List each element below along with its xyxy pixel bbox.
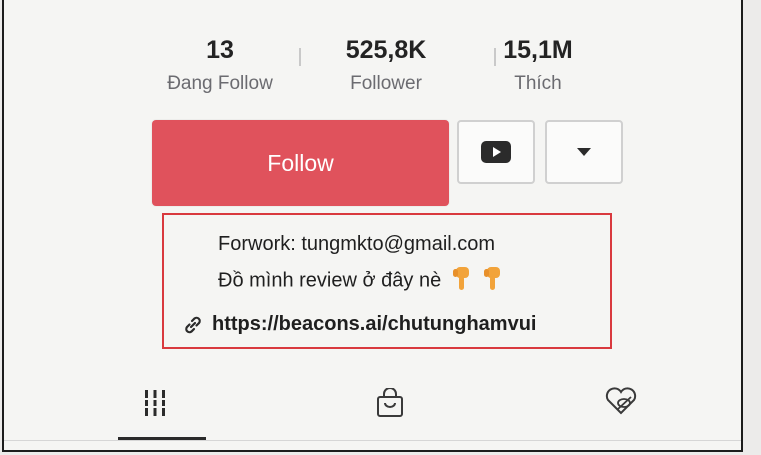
bio-link-text: https://beacons.ai/chutunghamvui [212, 313, 537, 335]
stat-divider [299, 48, 301, 66]
pointing-down-hand-icon [451, 265, 473, 297]
shopping-bag-icon [377, 387, 403, 417]
hidden-heart-icon [605, 387, 637, 415]
tab-liked[interactable] [604, 386, 638, 421]
follow-button-label: Follow [267, 149, 334, 176]
tab-videos[interactable] [144, 388, 166, 423]
caret-down-icon [577, 148, 591, 156]
likes-stat: 15,1M Thích [458, 36, 618, 95]
followers-count: 525,8K [345, 36, 427, 64]
tab-shop[interactable] [376, 387, 404, 423]
bio-review-text: Đồ mình review ở đây nè [218, 269, 442, 292]
following-label: Đang Follow [167, 73, 273, 94]
follow-button[interactable]: Follow [152, 120, 449, 206]
following-count: 13 [206, 36, 234, 64]
link-icon [185, 316, 201, 333]
likes-count: 15,1M [503, 36, 573, 64]
pointing-down-hand-icon [482, 265, 504, 297]
bio-highlight-box: Forwork: tungmkto@gmail.com Đồ mình revi… [162, 213, 612, 349]
bio-review-line: Đồ mình review ở đây nè [218, 265, 504, 297]
profile-panel: 13 Đang Follow 525,8K Follower 15,1M Thí… [2, 0, 743, 452]
youtube-button[interactable] [457, 120, 535, 184]
followers-label: Follower [350, 73, 422, 94]
following-stat[interactable]: 13 Đang Follow [140, 36, 300, 95]
more-options-button[interactable] [545, 120, 623, 184]
likes-label: Thích [514, 73, 562, 94]
bio-email-line: Forwork: tungmkto@gmail.com [218, 233, 496, 255]
followers-stat[interactable]: 525,8K Follower [306, 36, 466, 95]
grid-icon [145, 390, 165, 416]
youtube-icon [481, 141, 511, 163]
bio-link[interactable]: https://beacons.ai/chutunghamvui [182, 313, 536, 336]
tab-bar-divider [4, 440, 741, 441]
